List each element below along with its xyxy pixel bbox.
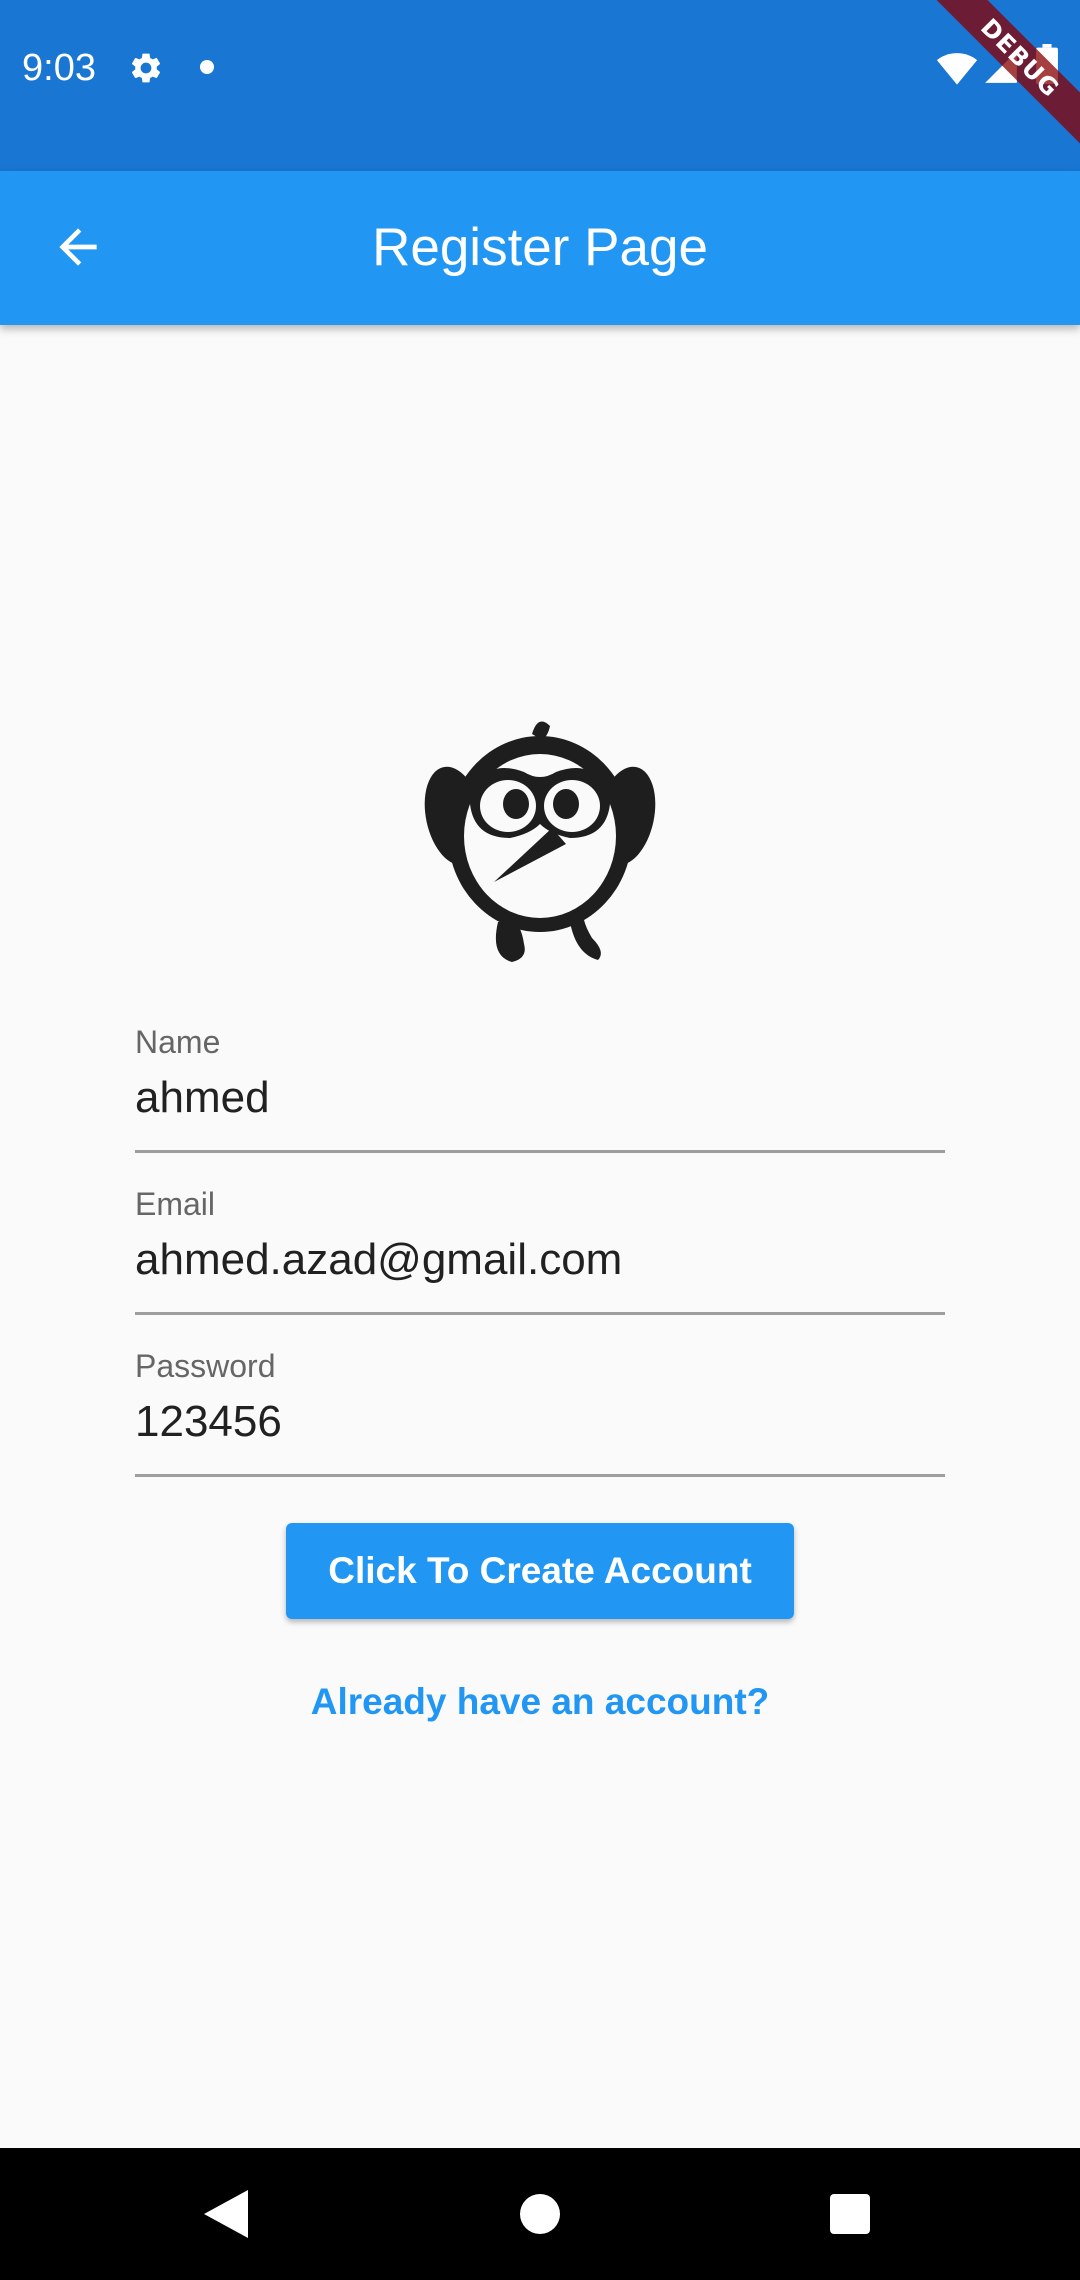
create-account-button[interactable]: Click To Create Account xyxy=(286,1523,794,1619)
password-field[interactable]: Password xyxy=(135,1346,945,1486)
nav-back-icon[interactable] xyxy=(204,2190,248,2238)
status-bar: 9:03 DEBUG xyxy=(0,0,1080,171)
email-underline xyxy=(135,1312,945,1315)
nav-home-icon[interactable] xyxy=(520,2194,560,2234)
cell-signal-icon xyxy=(985,51,1017,83)
name-input[interactable] xyxy=(135,1070,945,1126)
password-input[interactable] xyxy=(135,1394,945,1450)
page-title: Register Page xyxy=(372,218,708,277)
login-link[interactable]: Already have an account? xyxy=(0,1678,1080,1726)
notification-dot-icon xyxy=(200,60,214,74)
app-bar: Register Page xyxy=(0,171,1080,325)
email-field[interactable]: Email xyxy=(135,1184,945,1324)
gear-icon xyxy=(131,53,161,83)
system-nav-bar xyxy=(0,2148,1080,2280)
email-input[interactable] xyxy=(135,1232,945,1288)
name-field[interactable]: Name xyxy=(135,1022,945,1162)
password-underline xyxy=(135,1474,945,1477)
bird-mascot-icon xyxy=(424,721,656,962)
name-label: Name xyxy=(135,1024,221,1060)
nav-recents-icon[interactable] xyxy=(830,2194,870,2234)
status-time: 9:03 xyxy=(22,47,96,89)
wifi-icon xyxy=(936,53,978,85)
email-label: Email xyxy=(135,1186,216,1222)
password-label: Password xyxy=(135,1348,276,1384)
name-underline xyxy=(135,1150,945,1153)
battery-icon xyxy=(1036,44,1058,84)
